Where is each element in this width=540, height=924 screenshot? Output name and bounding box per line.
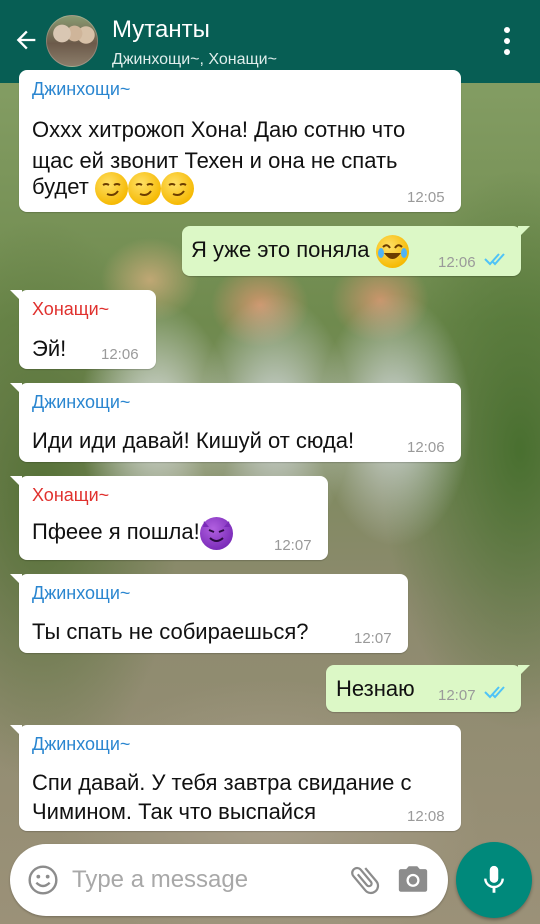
message-bubble-outgoing[interactable]: Я уже это поняла 12:06 <box>182 226 530 276</box>
message-bubble-incoming[interactable]: Джинхощи~ Оxxx хитрожоп Хона! Даю сотню … <box>19 70 461 212</box>
message-text-line: Спи давай. У тебя завтра свидание с <box>32 770 412 795</box>
message-text-segment: Я уже это поняла <box>191 237 370 262</box>
more-vert-icon <box>504 27 510 33</box>
smiling-devil-emoji <box>199 516 233 550</box>
message-bubble-incoming[interactable]: Хонащи~ Пфеее я пошла! 12:07 <box>10 476 328 560</box>
message-bubble-incoming[interactable]: Джинхощи~ Ты спать не собираешься? 12:07 <box>10 574 408 653</box>
message-sender: Джинхощи~ <box>32 392 131 412</box>
message-text-line: Чимином. Так что выспайся <box>32 799 317 824</box>
message-text-segment: Пфеее я пошла! <box>32 519 200 544</box>
message-bubble-incoming[interactable]: Джинхощи~ Спи давай. У тебя завтра свида… <box>10 725 461 831</box>
message-sender: Хонащи~ <box>32 485 110 505</box>
emoji-icon <box>28 865 58 895</box>
more-vert-dot <box>504 38 510 44</box>
message-input[interactable]: Type a message <box>72 866 248 894</box>
paperclip-icon <box>351 866 380 895</box>
mic-icon <box>484 865 504 893</box>
message-composer: Type a message <box>10 844 448 916</box>
double-check-icon <box>484 253 505 266</box>
message-text-line: Ты спать не собираешься? <box>32 619 309 644</box>
message-bubble-incoming[interactable]: Хонащи~ Эй! 12:06 <box>10 290 156 369</box>
message-time: 12:07 <box>354 630 392 647</box>
message-text-line: Незнаю <box>336 676 415 701</box>
message-time: 12:07 <box>438 687 476 704</box>
message-text-line: Я уже это поняла <box>191 234 409 270</box>
message-text-segment: будет <box>32 174 89 199</box>
message-sender: Хонащи~ <box>32 299 110 319</box>
message-sender: Джинхощи~ <box>32 79 131 99</box>
message-text-line: Иди иди давай! Кишуй от сюда! <box>32 428 355 453</box>
smirking-face-emoji <box>94 171 128 205</box>
message-text-line: Оxxx хитрожоп Хона! Даю сотню что <box>32 117 406 142</box>
more-options-button[interactable] <box>494 22 520 60</box>
emoji-button[interactable] <box>27 864 59 896</box>
message-sender: Джинхощи~ <box>32 734 131 754</box>
message-text-line: Эй! <box>32 336 67 361</box>
voice-record-button[interactable] <box>456 842 532 918</box>
more-vert-dot <box>504 49 510 55</box>
message-time: 12:06 <box>438 254 476 271</box>
message-text-line: Пфеее я пошла! <box>32 516 233 552</box>
arrow-back-icon <box>16 30 36 50</box>
message-sender: Джинхощи~ <box>32 583 131 603</box>
chat-title[interactable]: Мутанты <box>112 16 210 44</box>
message-time: 12:08 <box>407 808 445 825</box>
message-bubble-outgoing[interactable]: Незнаю 12:07 <box>326 665 530 712</box>
message-time: 12:07 <box>274 537 312 554</box>
message-bubble-incoming[interactable]: Джинхощи~ Иди иди давай! Кишуй от сюда! … <box>10 383 461 462</box>
face-with-tears-of-joy-emoji <box>375 234 409 268</box>
back-button[interactable] <box>8 22 44 58</box>
message-time: 12:06 <box>407 439 445 456</box>
message-time: 12:06 <box>101 346 139 363</box>
group-avatar[interactable] <box>46 15 98 67</box>
camera-icon <box>398 866 428 892</box>
chat-participants[interactable]: Джинхощи~, Хонащи~ <box>112 51 277 69</box>
message-time: 12:05 <box>407 189 445 206</box>
attach-button[interactable] <box>347 862 383 898</box>
double-check-icon <box>484 686 505 699</box>
smirking-face-emoji <box>160 171 194 205</box>
message-text-line: будет <box>32 171 194 207</box>
smirking-face-emoji <box>127 171 161 205</box>
camera-button[interactable] <box>396 863 432 897</box>
